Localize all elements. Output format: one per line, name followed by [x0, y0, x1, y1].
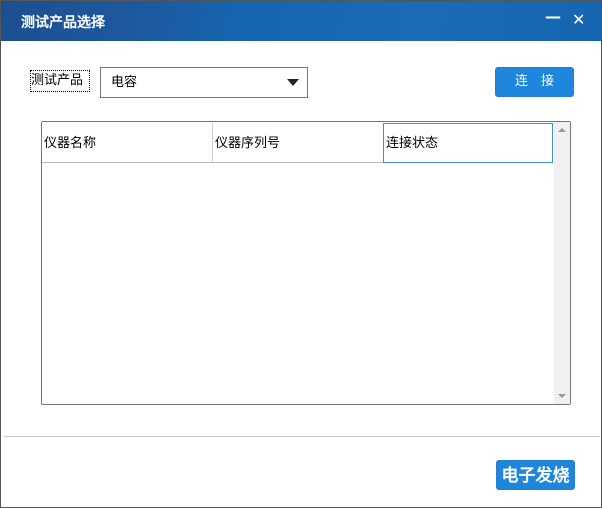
chevron-down-icon	[287, 79, 299, 86]
dialog-window: 测试产品选择 — ✕ 测试产品 电容 连 接 仪器名称 仪器序列号 连接状态 电…	[0, 0, 602, 508]
column-header-name[interactable]: 仪器名称	[42, 123, 213, 163]
column-header-status[interactable]: 连接状态	[383, 123, 553, 163]
divider	[4, 436, 600, 437]
product-select-value: 电容	[111, 75, 138, 90]
column-header-serial[interactable]: 仪器序列号	[213, 123, 384, 163]
product-label: 测试产品	[30, 70, 90, 92]
instrument-table: 仪器名称 仪器序列号 连接状态	[41, 121, 571, 405]
connect-button[interactable]: 连 接	[495, 67, 574, 97]
product-select[interactable]: 电容	[100, 67, 308, 98]
scroll-up-icon[interactable]	[558, 128, 566, 132]
next-button[interactable]: 电子发烧	[496, 460, 575, 490]
window-title: 测试产品选择	[21, 15, 105, 31]
minimize-button[interactable]: —	[545, 7, 561, 26]
title-bar: 测试产品选择 — ✕	[1, 1, 601, 41]
scroll-down-icon[interactable]	[558, 394, 566, 398]
vertical-scrollbar[interactable]	[554, 122, 570, 404]
close-button[interactable]: ✕	[572, 10, 585, 29]
